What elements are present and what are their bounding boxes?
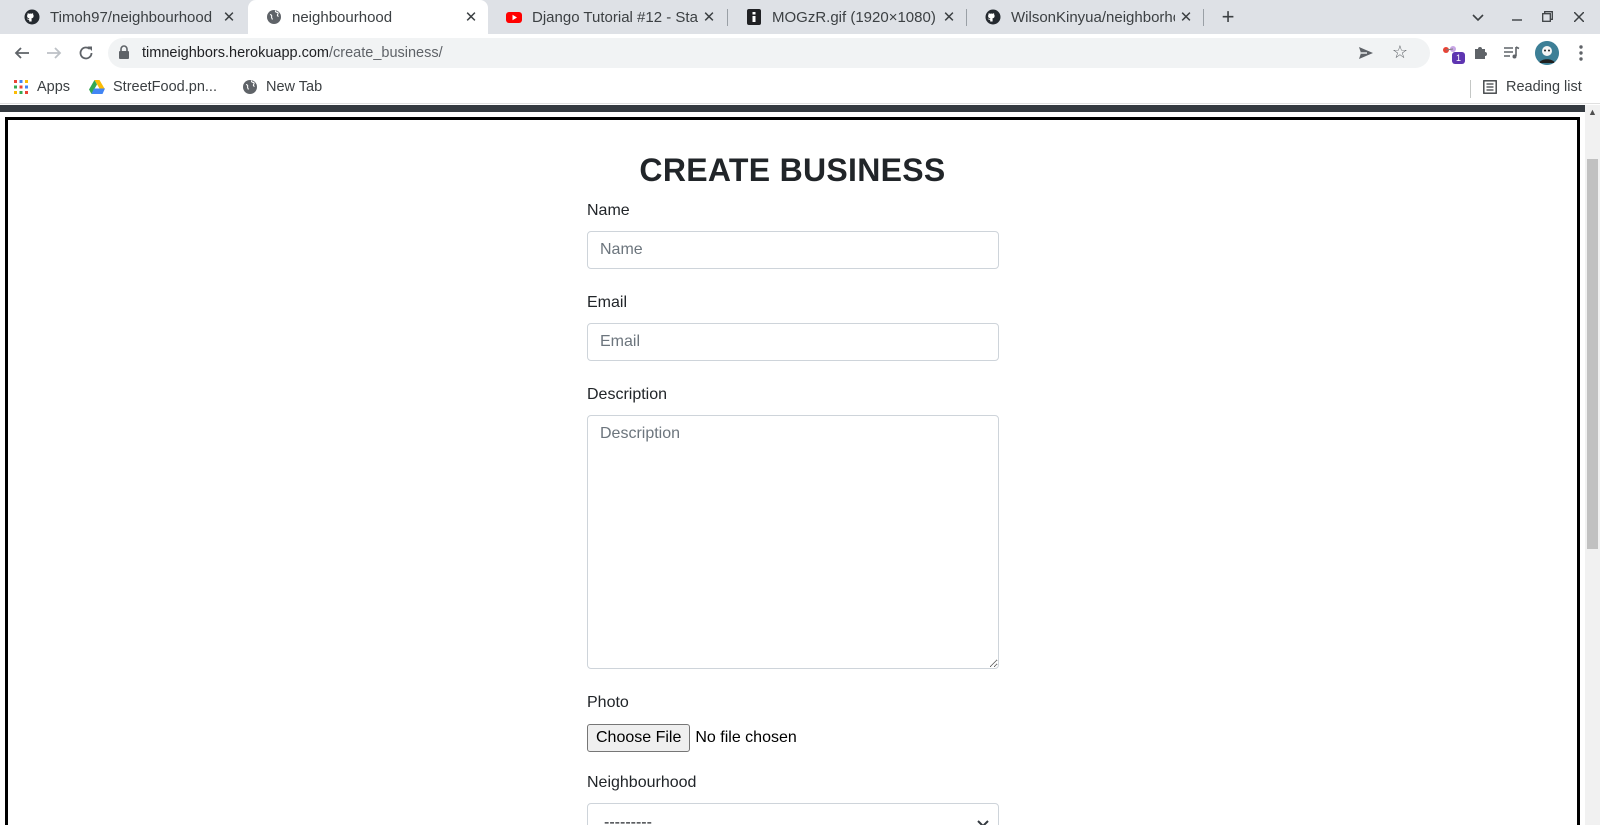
tab-wilsonkinyua-neighborhood[interactable]: WilsonKinyua/neighborho ✕	[967, 0, 1203, 34]
tab-title: Timoh97/neighbourhood	[50, 8, 213, 26]
window-close-icon[interactable]	[1564, 0, 1594, 34]
url-text[interactable]: timneighbors.herokuapp.com/create_busine…	[142, 45, 443, 61]
chrome-menu-icon[interactable]	[1569, 41, 1593, 65]
bookmarks-separator	[1470, 80, 1471, 98]
photo-group: Photo Choose File No file chosen	[587, 691, 999, 753]
restore-icon[interactable]	[1532, 0, 1562, 34]
page-title: CREATE BUSINESS	[639, 152, 946, 188]
tab-title: Django Tutorial #12 - Stat	[532, 8, 698, 26]
bookmark-streetfood[interactable]: StreetFood.pn...	[89, 79, 217, 95]
image-file-icon	[746, 9, 762, 25]
reading-list-icon	[1482, 79, 1498, 95]
email-label: Email	[587, 294, 628, 311]
choose-file-button[interactable]: Choose File	[587, 724, 691, 752]
bookmark-label: Apps	[37, 79, 71, 95]
description-label: Description	[587, 386, 668, 403]
file-status: No file chosen	[695, 729, 797, 746]
close-icon[interactable]: ✕	[218, 8, 240, 26]
photo-label: Photo	[587, 694, 629, 711]
email-group: Email	[587, 291, 999, 361]
scrollbar-thumb[interactable]	[1587, 159, 1598, 549]
bookmark-new-tab[interactable]: New Tab	[242, 79, 322, 95]
github-icon	[24, 9, 40, 25]
extensions-puzzle-icon[interactable]	[1469, 41, 1493, 65]
close-icon[interactable]: ✕	[698, 8, 720, 26]
tab-strip: Timoh97/neighbourhood ✕ neighbourhood ✕ …	[0, 0, 1600, 34]
close-icon[interactable]: ✕	[1175, 8, 1197, 26]
address-bar[interactable]: timneighbors.herokuapp.com/create_busine…	[108, 38, 1430, 68]
neighbourhood-select[interactable]: ---------	[587, 803, 999, 825]
file-input: Choose File No file chosen	[587, 723, 999, 753]
extension-notifications-icon[interactable]: 1	[1440, 41, 1465, 65]
bookmark-label: New Tab	[266, 79, 323, 95]
site-navbar	[0, 105, 1585, 112]
tab-title: WilsonKinyua/neighborho	[1011, 8, 1175, 26]
description-textarea[interactable]	[587, 415, 999, 669]
tab-separator	[1203, 9, 1204, 26]
globe-icon	[266, 9, 282, 25]
minimize-icon[interactable]	[1502, 0, 1532, 34]
reload-icon[interactable]	[72, 39, 100, 67]
bookmarks-bar: Apps StreetFood.pn... New Tab Reading li…	[0, 72, 1600, 104]
name-group: Name	[587, 199, 999, 269]
neighbourhood-label: Neighbourhood	[587, 774, 697, 791]
url-host: timneighbors.herokuapp.com	[142, 45, 329, 61]
neighbourhood-select-wrapper: ---------	[587, 803, 999, 825]
description-group: Description	[587, 383, 999, 669]
tab-mogzr-gif[interactable]: MOGzR.gif (1920×1080) ✕	[728, 0, 966, 34]
new-tab-button[interactable]: +	[1214, 4, 1242, 30]
github-icon	[985, 9, 1001, 25]
close-icon[interactable]: ✕	[460, 8, 482, 26]
media-control-icon[interactable]	[1500, 41, 1524, 65]
reading-list-label: Reading list	[1506, 79, 1582, 95]
page-viewport: CREATE BUSINESS Name Email Description P…	[0, 105, 1585, 825]
tab-search-icon[interactable]	[1463, 0, 1493, 34]
back-icon[interactable]	[8, 39, 36, 67]
reading-list-button[interactable]: Reading list	[1482, 79, 1582, 95]
close-icon[interactable]: ✕	[938, 8, 960, 26]
lock-icon[interactable]	[118, 45, 130, 65]
bookmark-label: StreetFood.pn...	[113, 79, 217, 95]
neighbourhood-group: Neighbourhood ---------	[587, 771, 999, 825]
url-path: /create_business/	[329, 45, 443, 61]
email-input[interactable]	[587, 323, 999, 361]
tab-neighbourhood[interactable]: neighbourhood ✕	[248, 0, 488, 34]
tab-django-tutorial[interactable]: Django Tutorial #12 - Stat ✕	[488, 0, 726, 34]
scroll-up-icon[interactable]: ▲	[1588, 107, 1597, 117]
tab-title: MOGzR.gif (1920×1080)	[772, 8, 936, 26]
globe-icon	[242, 79, 258, 95]
tab-title: neighbourhood	[292, 8, 393, 26]
extension-badge: 1	[1452, 52, 1465, 64]
bookmark-star-icon[interactable]: ☆	[1392, 43, 1408, 61]
tab-timoh97-neighbourhood[interactable]: Timoh97/neighbourhood ✕	[6, 0, 246, 34]
avatar[interactable]	[1535, 41, 1559, 65]
page-scrollbar[interactable]: ▲	[1585, 105, 1600, 825]
browser-toolbar: timneighbors.herokuapp.com/create_busine…	[0, 34, 1600, 72]
google-drive-icon	[89, 79, 105, 95]
youtube-icon	[506, 9, 522, 25]
apps-grid-icon	[13, 79, 29, 95]
bookmark-apps[interactable]: Apps	[13, 79, 70, 95]
forward-icon[interactable]	[40, 39, 68, 67]
name-label: Name	[587, 202, 630, 219]
name-input[interactable]	[587, 231, 999, 269]
send-icon[interactable]	[1358, 45, 1374, 66]
create-business-form: Name Email Description Photo Choose File…	[587, 199, 999, 825]
